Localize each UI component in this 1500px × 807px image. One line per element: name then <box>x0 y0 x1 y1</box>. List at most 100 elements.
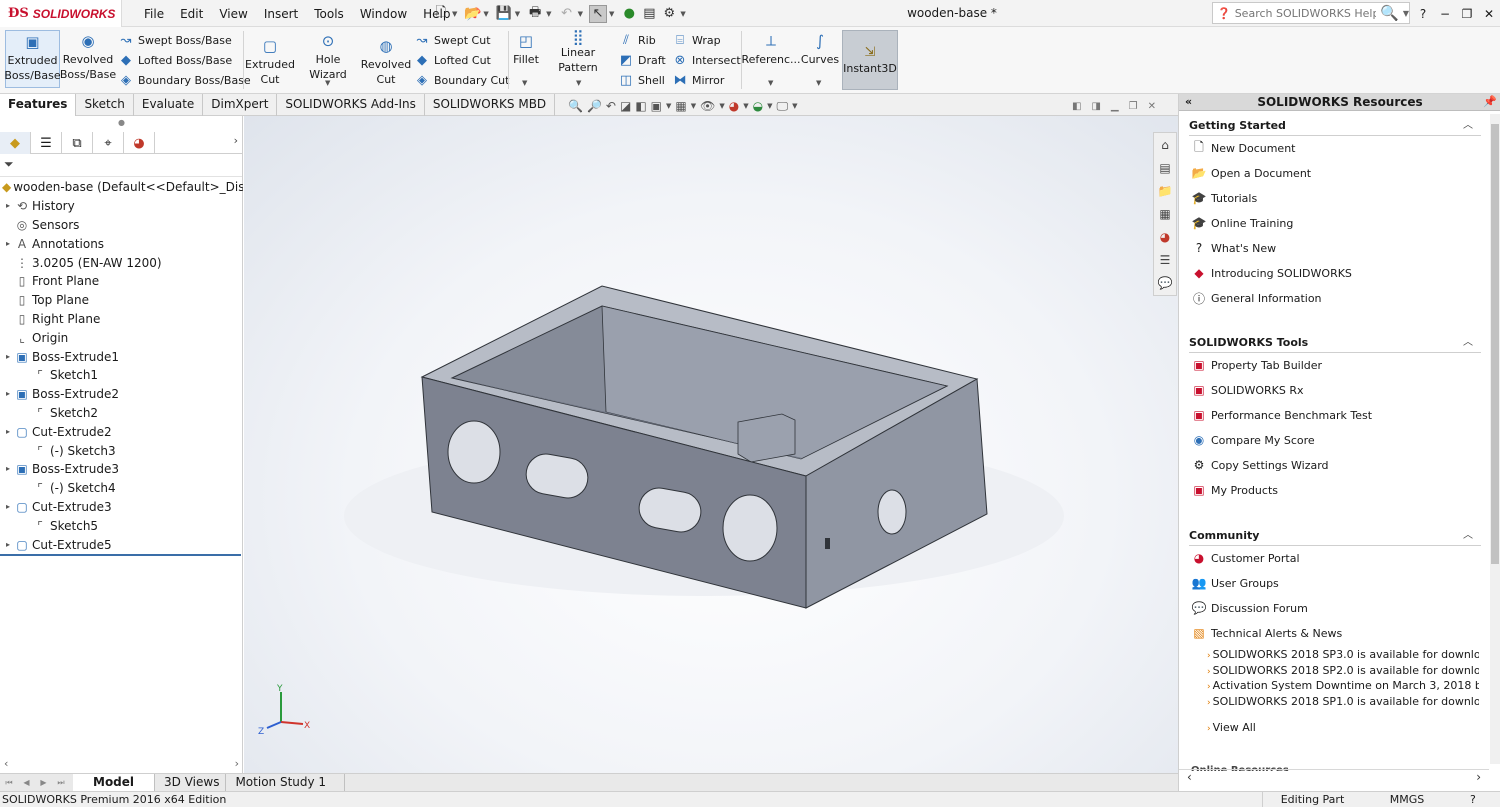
viewport-minimize-icon[interactable]: ▁ <box>1111 101 1119 112</box>
view-orientation-icon[interactable]: ▣ <box>651 99 662 113</box>
linear-pattern-dropdown-icon[interactable]: ▼ <box>576 79 581 87</box>
graphics-area[interactable] <box>244 116 1178 773</box>
tree-item[interactable]: ⌜ (-) Sketch4 <box>0 479 243 498</box>
dimxpert-manager-tab-icon[interactable]: ⌖ <box>93 132 124 154</box>
tool-benchmark-test[interactable]: ▣ Performance Benchmark Test <box>1191 406 1372 424</box>
tab-evaluate[interactable]: Evaluate <box>134 94 204 116</box>
resource-general-info[interactable]: ⓘ General Information <box>1191 289 1322 307</box>
intersect-button[interactable]: ⊗ Intersect <box>672 53 741 68</box>
extruded-boss-button[interactable]: ▣ Extruded Boss/Base <box>4 30 61 88</box>
tab-nav-arrows[interactable]: ⏮ ◀ ▶ ⏭ <box>0 774 70 791</box>
tree-item[interactable]: ▸ ▣ Boss-Extrude3 <box>0 460 243 479</box>
tree-item[interactable]: ▯ Right Plane <box>0 310 243 329</box>
side-small-slot[interactable] <box>825 538 830 549</box>
collapse-community-icon[interactable]: ︿ <box>1463 526 1473 546</box>
tree-item[interactable]: ▸ A Annotations <box>0 234 243 253</box>
boundary-cut-button[interactable]: ◈ Boundary Cut <box>414 73 509 88</box>
tab-addins[interactable]: SOLIDWORKS Add-Ins <box>277 94 425 116</box>
tree-item[interactable]: ⌜ Sketch1 <box>0 366 243 385</box>
resource-tutorials[interactable]: 🎓 Tutorials <box>1191 189 1258 207</box>
revolved-cut-button[interactable]: ◍ Revolved Cut <box>361 35 411 89</box>
tree-item[interactable]: ▸ ▣ Boss-Extrude1 <box>0 347 243 366</box>
status-help-icon[interactable]: ? <box>1470 792 1476 807</box>
community-user-groups[interactable]: 👥 User Groups <box>1191 574 1279 592</box>
search-input[interactable] <box>1234 6 1377 20</box>
options-gear-icon[interactable]: ⚙ <box>660 5 678 23</box>
options-dropdown-icon[interactable]: ▼ <box>680 10 685 18</box>
tool-compare-score[interactable]: ◉ Compare My Score <box>1191 431 1315 449</box>
section-tools[interactable]: SOLIDWORKS Tools ︿ <box>1189 333 1481 353</box>
tree-item[interactable]: ▸ ▢ Cut-Extrude5 <box>0 535 243 554</box>
previous-view-icon[interactable]: ↶ <box>606 99 616 113</box>
tree-item[interactable]: ▯ Top Plane <box>0 291 243 310</box>
resources-home-icon[interactable]: ⌂ <box>1154 133 1176 156</box>
resources-vertical-scrollbar[interactable] <box>1490 114 1500 764</box>
instant3d-button[interactable]: ⇲ Instant3D <box>842 30 898 90</box>
tree-item[interactable]: ▸ ⟲ History <box>0 197 243 216</box>
rib-button[interactable]: ⫽ Rib <box>618 33 656 48</box>
tree-item[interactable]: ⌜ Sketch5 <box>0 516 243 535</box>
tree-item[interactable]: ▯ Front Plane <box>0 272 243 291</box>
swept-cut-button[interactable]: ↝ Swept Cut <box>414 33 491 48</box>
resource-open-document[interactable]: 📂 Open a Document <box>1191 164 1312 182</box>
hide-show-dropdown-icon[interactable]: ▼ <box>719 102 724 110</box>
news-item[interactable]: › SOLIDWORKS 2018 SP3.0 is available for … <box>1207 647 1479 662</box>
zoom-to-area-icon[interactable]: 🔎 <box>587 99 602 113</box>
section-community[interactable]: Community ︿ <box>1189 526 1481 546</box>
expand-arrow-icon[interactable]: ▸ <box>4 385 12 403</box>
display-manager-tab-icon[interactable]: ◕ <box>124 132 155 154</box>
print-dropdown-icon[interactable]: ▼ <box>546 10 551 18</box>
feature-manager-tab-icon[interactable]: ◆ <box>0 132 31 154</box>
scroll-right-icon[interactable]: › <box>235 757 239 771</box>
save-icon[interactable]: 💾 <box>495 5 513 23</box>
close-icon[interactable]: ✕ <box>1480 7 1498 21</box>
apply-scene-icon[interactable]: ◒ <box>753 99 763 113</box>
viewport-close-icon[interactable]: ✕ <box>1148 101 1156 112</box>
panel-grip-icon[interactable]: ● <box>0 118 243 128</box>
units-selector[interactable]: MMGS <box>1372 792 1442 807</box>
fillet-button[interactable]: ◰ Fillet <box>512 30 540 70</box>
revolved-boss-button[interactable]: ◉ Revolved Boss/Base <box>60 30 116 88</box>
tree-filter[interactable]: ⏷ <box>0 155 242 177</box>
file-properties-icon[interactable]: ▤ <box>640 5 658 23</box>
print-icon[interactable]: 🖶 <box>526 5 544 23</box>
viewport-restore-icon[interactable]: ❐ <box>1129 101 1138 112</box>
news-item[interactable]: › Activation System Downtime on March 3, … <box>1207 678 1479 693</box>
scroll-left-icon[interactable]: ‹ <box>4 757 8 771</box>
file-explorer-icon[interactable]: 📁 <box>1154 179 1176 202</box>
reference-dropdown-icon[interactable]: ▼ <box>768 79 773 87</box>
collapse-tools-icon[interactable]: ︿ <box>1463 333 1473 353</box>
panel-tabs-next-icon[interactable]: › <box>234 134 238 147</box>
new-dropdown-icon[interactable]: ▼ <box>452 10 457 18</box>
dynamic-annotation-icon[interactable]: ◧ <box>635 99 646 113</box>
minimize-icon[interactable]: − <box>1436 7 1454 21</box>
tree-item[interactable]: ⌜ Sketch2 <box>0 404 243 423</box>
tab-3d-views[interactable]: 3D Views <box>158 774 227 791</box>
expand-arrow-icon[interactable]: ▸ <box>4 348 12 366</box>
collapse-getting-started-icon[interactable]: ︿ <box>1463 116 1473 136</box>
expand-arrow-icon[interactable]: ▸ <box>4 423 12 441</box>
custom-properties-icon[interactable]: ☰ <box>1154 248 1176 271</box>
last-tab-icon[interactable]: ⏭ <box>57 778 64 788</box>
restore-icon[interactable]: ❐ <box>1458 7 1476 21</box>
undo-dropdown-icon[interactable]: ▼ <box>578 10 583 18</box>
save-dropdown-icon[interactable]: ▼ <box>515 10 520 18</box>
fillet-dropdown-icon[interactable]: ▼ <box>522 79 527 87</box>
menu-insert[interactable]: Insert <box>256 7 306 21</box>
edit-appearance-icon[interactable]: ◕ <box>729 99 739 113</box>
menu-window[interactable]: Window <box>352 7 415 21</box>
menu-view[interactable]: View <box>211 7 255 21</box>
tree-item[interactable]: ◎ Sensors <box>0 216 243 235</box>
section-getting-started[interactable]: Getting Started ︿ <box>1189 116 1481 136</box>
community-customer-portal[interactable]: ◕ Customer Portal <box>1191 549 1300 567</box>
undo-icon[interactable]: ↶ <box>558 5 576 23</box>
select-dropdown-icon[interactable]: ▼ <box>609 10 614 18</box>
display-style-icon[interactable]: ▦ <box>675 99 686 113</box>
property-manager-tab-icon[interactable]: ☰ <box>31 132 62 154</box>
tree-item[interactable]: ⋮ 3.0205 (EN-AW 1200) <box>0 253 243 272</box>
solidworks-forum-icon[interactable]: 💬 <box>1154 271 1176 294</box>
new-document-icon[interactable]: 🗋 <box>432 5 450 23</box>
menu-edit[interactable]: Edit <box>172 7 211 21</box>
news-item[interactable]: › SOLIDWORKS 2018 SP2.0 is available for … <box>1207 663 1479 678</box>
appearances-icon[interactable]: ◕ <box>1154 225 1176 248</box>
